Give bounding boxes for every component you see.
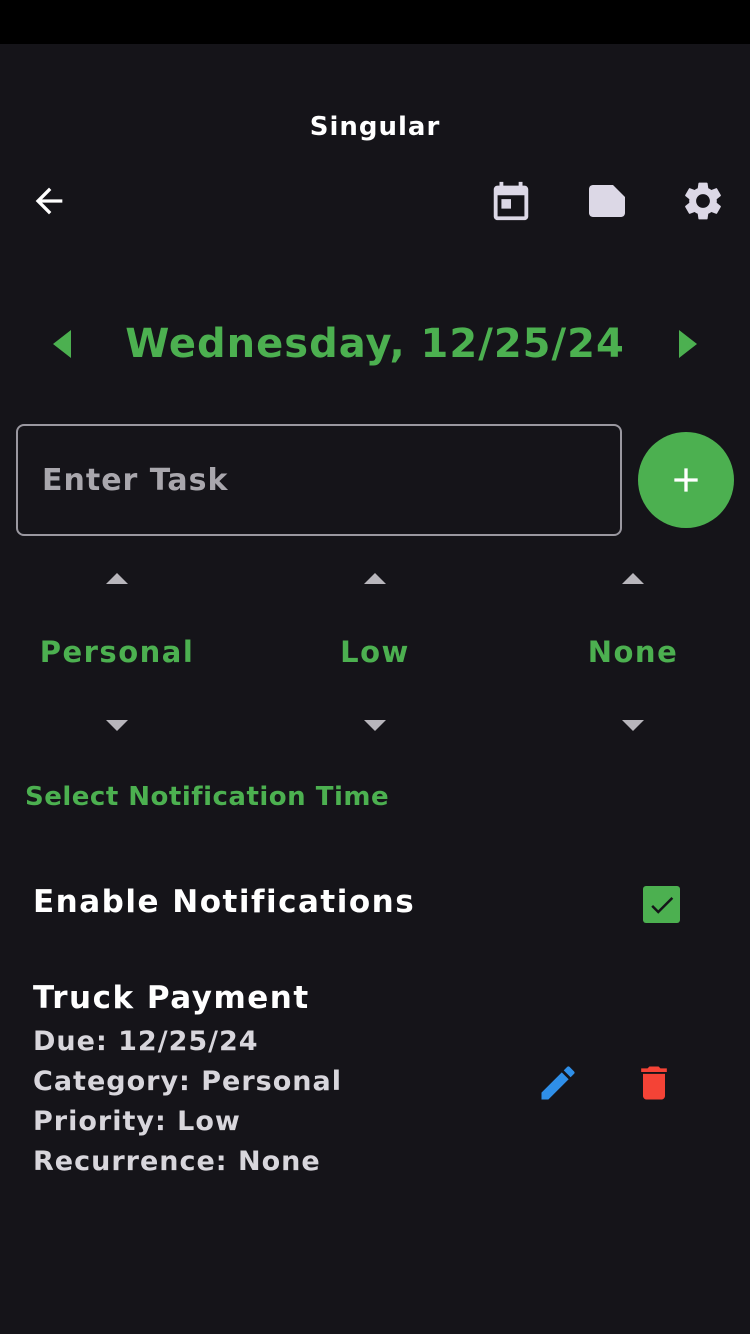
select-notification-time-button[interactable]: Select Notification Time — [25, 782, 389, 812]
caret-down-icon — [106, 720, 128, 731]
calendar-button[interactable] — [484, 174, 538, 228]
checkmark-icon — [650, 896, 673, 914]
app-title: Singular — [309, 112, 441, 142]
calendar-icon — [493, 181, 529, 221]
note-icon — [589, 185, 625, 217]
date-navigator: Wednesday, 12/25/24 — [0, 312, 750, 376]
caret-up-icon — [364, 573, 386, 584]
current-date[interactable]: Wednesday, 12/25/24 — [100, 312, 650, 376]
edit-task-button[interactable] — [533, 1058, 583, 1108]
plus-icon — [674, 468, 698, 492]
category-picker: Personal — [0, 560, 242, 750]
task-category: Category: Personal — [33, 1066, 342, 1097]
pencil-icon — [541, 1066, 575, 1100]
task-due: Due: 12/25/24 — [33, 1026, 259, 1057]
priority-picker: Low — [250, 560, 500, 750]
caret-right-icon — [679, 330, 697, 358]
trash-icon — [641, 1066, 667, 1100]
priority-down-button[interactable] — [250, 708, 500, 744]
delete-task-button[interactable] — [629, 1058, 679, 1108]
enable-notifications-label: Enable Notifications — [33, 884, 416, 920]
recurrence-value[interactable]: None — [508, 630, 750, 674]
previous-day-button[interactable] — [40, 312, 86, 376]
add-task-button[interactable] — [638, 432, 734, 528]
task-recurrence: Recurrence: None — [33, 1146, 321, 1177]
category-up-button[interactable] — [0, 560, 242, 596]
caret-down-icon — [364, 720, 386, 731]
task-title: Truck Payment — [33, 980, 310, 1016]
back-button[interactable] — [22, 174, 76, 228]
status-bar — [0, 0, 750, 44]
next-day-button[interactable] — [664, 312, 710, 376]
caret-up-icon — [622, 573, 644, 584]
task-input[interactable] — [18, 426, 620, 534]
task-priority: Priority: Low — [33, 1106, 241, 1137]
recurrence-picker: None — [508, 560, 750, 750]
caret-down-icon — [622, 720, 644, 731]
recurrence-down-button[interactable] — [508, 708, 750, 744]
settings-button[interactable] — [676, 174, 730, 228]
recurrence-up-button[interactable] — [508, 560, 750, 596]
task-item: Truck Payment Due: 12/25/24 Category: Pe… — [33, 980, 723, 1190]
category-value[interactable]: Personal — [0, 630, 242, 674]
category-down-button[interactable] — [0, 708, 242, 744]
priority-up-button[interactable] — [250, 560, 500, 596]
caret-left-icon — [53, 330, 71, 358]
arrow-back-icon — [35, 187, 63, 215]
caret-up-icon — [106, 573, 128, 584]
task-input-container — [16, 424, 622, 536]
enable-notifications-checkbox[interactable] — [643, 886, 680, 923]
gear-icon — [685, 182, 721, 220]
priority-value[interactable]: Low — [250, 630, 500, 674]
note-button[interactable] — [580, 174, 634, 228]
